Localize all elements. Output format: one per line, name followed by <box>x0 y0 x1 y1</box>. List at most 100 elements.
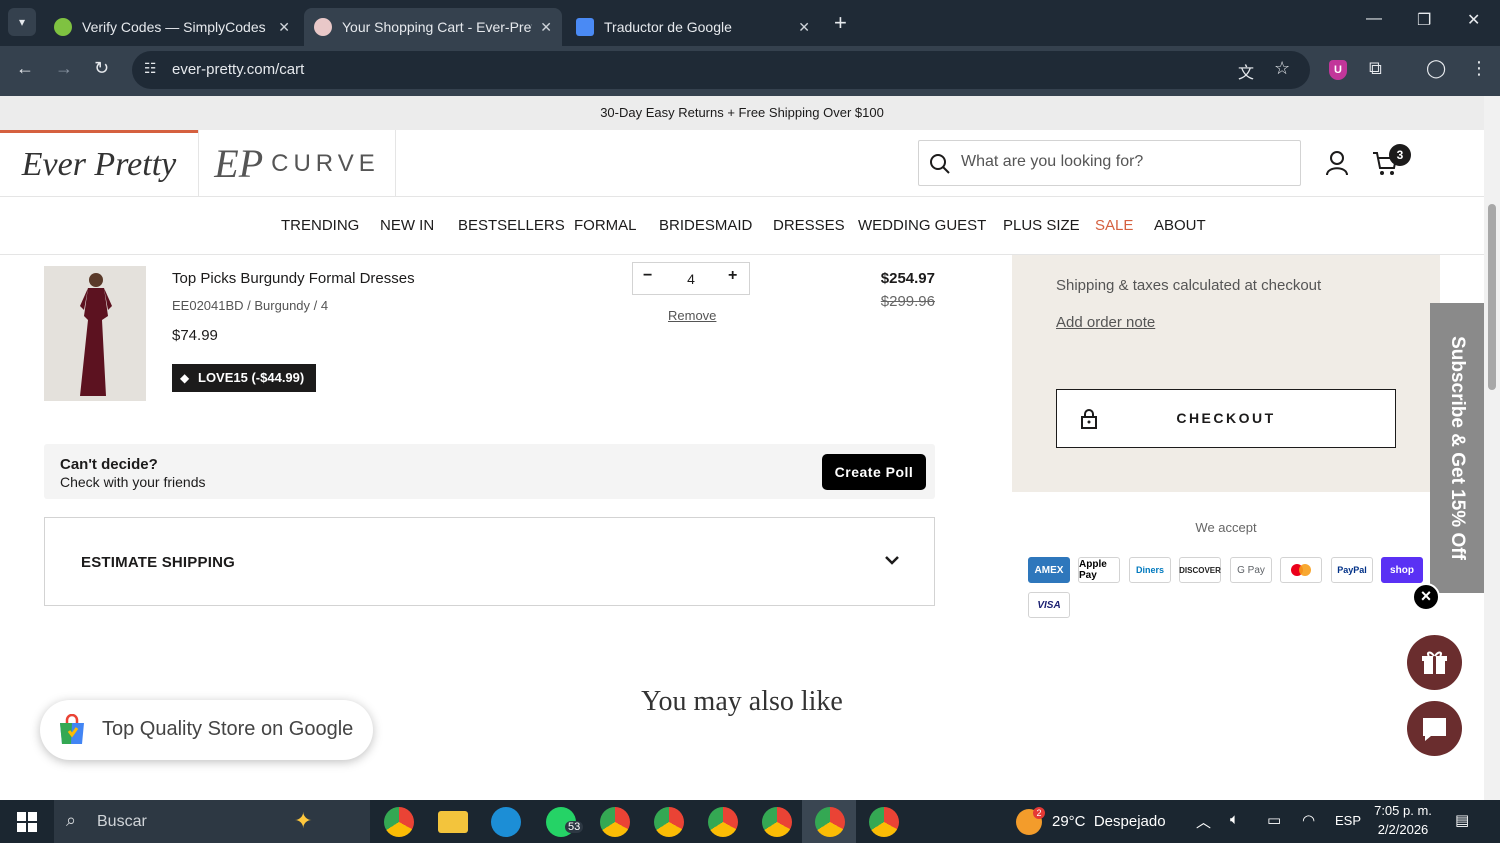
weather-text[interactable]: 29°C Despejado <box>1052 813 1166 830</box>
nav-formal[interactable]: FORMAL <box>574 217 637 234</box>
you-may-also-like-heading: You may also like <box>641 686 843 717</box>
whatsapp-unread-badge: 53 <box>565 821 584 833</box>
minimize-window-icon[interactable]: — <box>1366 10 1382 28</box>
poll-subtext: Check with your friends <box>60 474 206 490</box>
line-total-price: $254.97 <box>880 270 935 287</box>
visa-icon: VISA <box>1028 592 1070 618</box>
ep-curve-logo[interactable]: EP CURVE <box>198 130 396 197</box>
gift-button[interactable] <box>1407 635 1462 690</box>
close-tab-icon[interactable]: ✕ <box>798 19 810 36</box>
page-scrollbar[interactable] <box>1484 96 1500 800</box>
notifications-icon[interactable]: ▤ <box>1455 811 1469 829</box>
search-box[interactable] <box>918 140 1301 186</box>
file-explorer-icon[interactable] <box>438 811 468 833</box>
nav-about[interactable]: ABOUT <box>1154 217 1206 234</box>
create-poll-button[interactable]: Create Poll <box>822 454 926 490</box>
nav-wedding-guest[interactable]: WEDDING GUEST <box>858 217 986 234</box>
extension-shield-icon[interactable]: U <box>1329 60 1347 80</box>
translate-icon[interactable]: 文 <box>1238 59 1254 83</box>
search-input[interactable] <box>961 153 1281 171</box>
nav-new-in[interactable]: NEW IN <box>380 217 434 234</box>
back-arrow-icon[interactable]: ← <box>16 58 34 79</box>
nav-plus-size[interactable]: PLUS SIZE <box>1003 217 1080 234</box>
discount-text: LOVE15 (-$44.99) <box>198 370 305 385</box>
chrome-profile-1-icon[interactable] <box>600 807 630 837</box>
chrome-profile-5-icon[interactable] <box>815 807 845 837</box>
chevron-down-icon[interactable] <box>885 556 899 566</box>
nav-bridesmaid[interactable]: BRIDESMAID <box>659 217 752 234</box>
close-tab-icon[interactable]: ✕ <box>540 19 552 36</box>
ever-pretty-favicon-icon <box>314 18 332 36</box>
account-icon[interactable] <box>1325 150 1349 176</box>
checkout-button[interactable]: CHECKOUT <box>1056 389 1396 448</box>
new-tab-icon[interactable]: + <box>834 10 847 36</box>
checkout-label: CHECKOUT <box>1176 410 1276 426</box>
quantity-stepper[interactable]: − 4 + <box>632 262 750 295</box>
google-store-badge[interactable]: Top Quality Store on Google <box>40 700 373 760</box>
announcement-bar: 30-Day Easy Returns + Free Shipping Over… <box>0 96 1484 130</box>
chat-button[interactable] <box>1407 701 1462 756</box>
product-name[interactable]: Top Picks Burgundy Formal Dresses <box>172 270 415 287</box>
clock-time[interactable]: 7:05 p. m. <box>1372 803 1434 818</box>
restore-window-icon[interactable]: ❐ <box>1417 10 1431 30</box>
tab-search-button[interactable]: ▾ <box>8 8 36 36</box>
copilot-sparkle-icon[interactable]: ✦ <box>294 808 312 834</box>
main-navigation: TRENDING NEW IN BESTSELLERS FORMAL BRIDE… <box>0 197 1484 255</box>
scrollbar-thumb[interactable] <box>1488 204 1496 390</box>
decrease-quantity-button[interactable]: − <box>643 267 652 285</box>
google-shopping-bag-icon <box>60 714 84 744</box>
profile-icon[interactable]: ◯ <box>1426 58 1446 79</box>
add-order-note-link[interactable]: Add order note <box>1056 314 1155 331</box>
close-subscribe-icon[interactable]: × <box>1412 583 1440 611</box>
google-pay-icon: G Pay <box>1230 557 1272 583</box>
close-tab-icon[interactable]: ✕ <box>278 19 290 36</box>
chrome-profile-2-icon[interactable] <box>654 807 684 837</box>
tab-ever-pretty-cart[interactable]: Your Shopping Cart - Ever-Pretty ✕ <box>304 8 562 46</box>
bookmark-star-icon[interactable]: ☆ <box>1274 58 1290 79</box>
chrome-profile-3-icon[interactable] <box>708 807 738 837</box>
forward-arrow-icon[interactable]: → <box>55 58 73 79</box>
tab-google-translate[interactable]: Traductor de Google ✕ <box>566 8 820 46</box>
simplycodes-favicon-icon <box>54 18 72 36</box>
nav-bestsellers[interactable]: BESTSELLERS <box>458 217 565 234</box>
google-translate-favicon-icon <box>576 18 594 36</box>
gift-icon <box>1422 651 1447 674</box>
nav-sale[interactable]: SALE <box>1095 217 1133 234</box>
quantity-value[interactable]: 4 <box>680 271 702 287</box>
battery-icon[interactable]: ▭ <box>1267 811 1281 829</box>
chrome-profile-4-icon[interactable] <box>762 807 792 837</box>
estimate-shipping-accordion[interactable]: ESTIMATE SHIPPING <box>44 517 935 606</box>
site-info-icon[interactable]: ☷ <box>144 60 157 77</box>
subscribe-tab[interactable]: Subscribe & Get 15% Off <box>1430 303 1484 593</box>
tray-overflow-icon[interactable]: ︿ <box>1196 811 1211 832</box>
address-bar[interactable]: ☷ ever-pretty.com/cart 文 ☆ <box>132 51 1310 89</box>
site-header: Ever Pretty EP CURVE 3 <box>0 130 1484 197</box>
ever-pretty-logo[interactable]: Ever Pretty <box>0 130 198 197</box>
poll-heading: Can't decide? <box>60 456 158 473</box>
tab-simplycodes[interactable]: Verify Codes — SimplyCodes ✕ <box>44 8 300 46</box>
taskbar-search-text: Buscar <box>97 813 147 830</box>
search-icon: ⌕ <box>66 810 77 830</box>
url-text: ever-pretty.com/cart <box>172 61 305 78</box>
discover-icon: DISCOVER <box>1179 557 1221 583</box>
volume-icon[interactable]: 🔈︎ <box>1230 811 1239 828</box>
menu-kebab-icon[interactable]: ⋮ <box>1470 58 1488 79</box>
chrome-profile-6-icon[interactable] <box>869 807 899 837</box>
taskbar-search[interactable]: ⌕ Buscar ✦ <box>54 800 370 843</box>
edge-icon[interactable] <box>491 807 521 837</box>
wifi-icon[interactable]: ◠ <box>1302 811 1315 829</box>
line-original-price: $299.96 <box>880 293 935 310</box>
search-icon[interactable] <box>929 153 951 175</box>
remove-item-link[interactable]: Remove <box>668 308 716 323</box>
chrome-icon[interactable] <box>384 807 414 837</box>
product-thumbnail[interactable] <box>44 266 146 401</box>
language-indicator[interactable]: ESP <box>1335 813 1361 828</box>
clock-date[interactable]: 2/2/2026 <box>1372 822 1434 837</box>
nav-dresses[interactable]: DRESSES <box>773 217 845 234</box>
nav-trending[interactable]: TRENDING <box>281 217 359 234</box>
extensions-puzzle-icon[interactable]: ⧉ <box>1369 58 1382 79</box>
close-window-icon[interactable]: ✕ <box>1467 10 1480 30</box>
reload-icon[interactable]: ↻ <box>94 58 109 79</box>
increase-quantity-button[interactable]: + <box>728 267 737 285</box>
windows-start-icon[interactable] <box>17 812 37 832</box>
